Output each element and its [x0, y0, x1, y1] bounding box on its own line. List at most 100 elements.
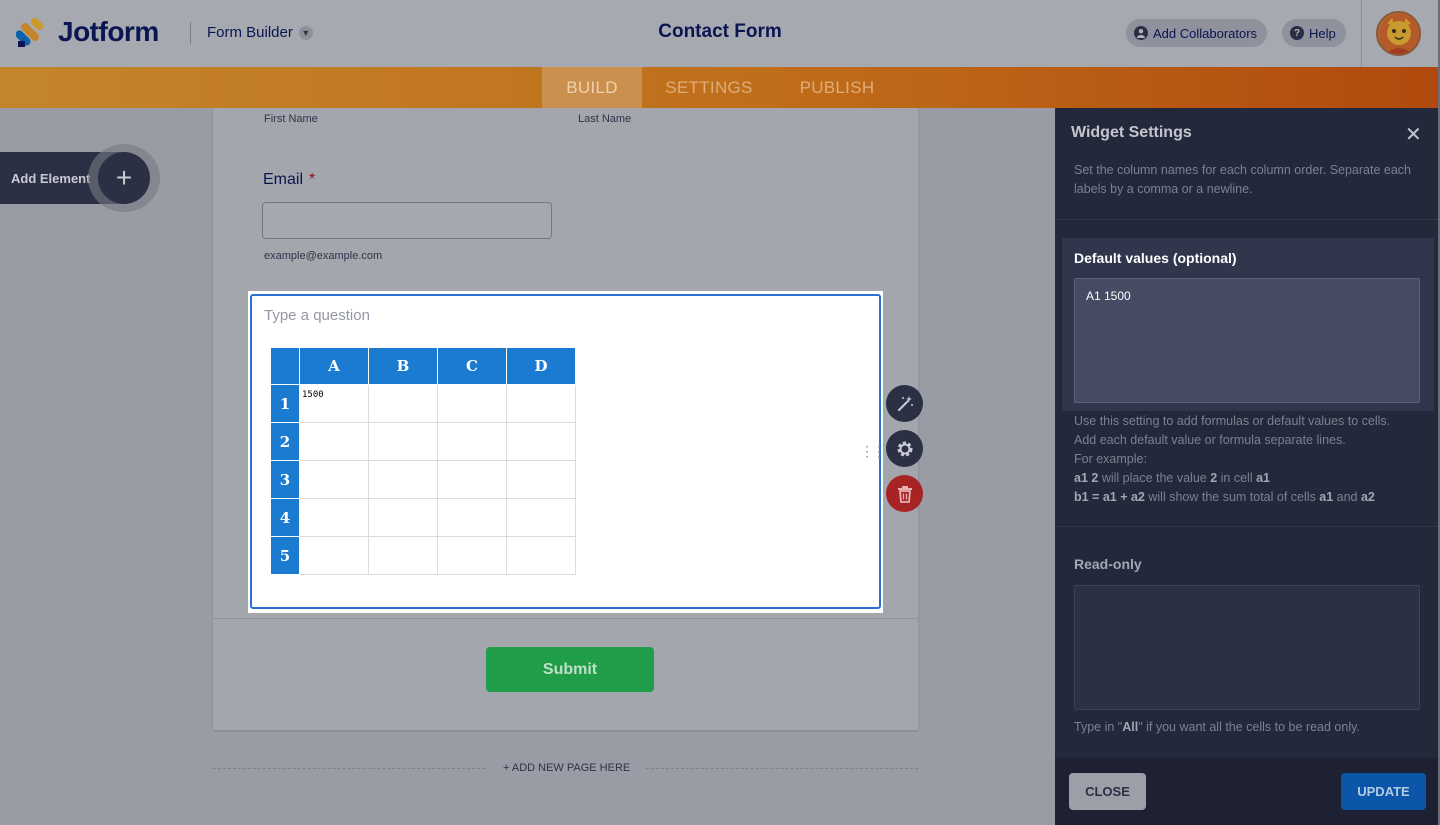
cell-b1[interactable]: [368, 384, 438, 423]
cell-c4[interactable]: [437, 498, 507, 537]
help-line: For example:: [1074, 452, 1147, 466]
divider: [190, 22, 191, 44]
add-new-page[interactable]: + ADD NEW PAGE HERE: [213, 762, 918, 776]
wizard-button[interactable]: [886, 385, 923, 422]
first-name-sublabel: First Name: [264, 113, 318, 125]
gear-icon: [897, 441, 912, 456]
brand-name: Jotform: [58, 16, 159, 47]
cell-b3[interactable]: [368, 460, 438, 499]
widget-settings-panel: Widget Settings ✕ Set the column names f…: [1055, 108, 1440, 825]
panel-title: Widget Settings: [1071, 124, 1192, 141]
help-text: Type in ": [1074, 720, 1123, 734]
spreadsheet-table: A B C D 1 1500 2 3 4 5: [270, 347, 576, 575]
tab-settings[interactable]: SETTINGS: [652, 67, 766, 108]
help-button[interactable]: ? Help: [1282, 19, 1346, 47]
user-icon: [1134, 26, 1148, 40]
jotform-logo-icon: [16, 17, 44, 47]
cell-c3[interactable]: [437, 460, 507, 499]
dashed-line: [213, 768, 485, 769]
help-line: Add each default value or formula separa…: [1074, 433, 1346, 447]
field-settings-button[interactable]: [886, 430, 923, 467]
chevron-down-icon: ▼: [298, 25, 313, 40]
close-icon[interactable]: ✕: [1405, 122, 1422, 147]
tab-build[interactable]: BUILD: [542, 67, 642, 108]
help-line: Use this setting to add formulas or defa…: [1074, 414, 1391, 428]
divider: [1055, 219, 1440, 220]
example-cell: a1: [1256, 471, 1270, 485]
column-names-description: Set the column names for each column ord…: [1074, 163, 1411, 196]
example-code: b1 = a1 + a2: [1074, 490, 1145, 504]
divider: [213, 618, 918, 619]
cell-d4[interactable]: [506, 498, 576, 537]
help-icon: ?: [1290, 26, 1304, 40]
default-values-label: Default values (optional): [1074, 250, 1237, 266]
add-element-plus[interactable]: +: [88, 144, 160, 212]
cell-b5[interactable]: [368, 536, 438, 575]
update-button[interactable]: UPDATE: [1341, 773, 1426, 810]
cell-d5[interactable]: [506, 536, 576, 575]
read-only-help: Type in "All" if you want all the cells …: [1074, 720, 1360, 734]
cell-a2[interactable]: [299, 422, 369, 461]
cell-a1[interactable]: 1500: [299, 384, 369, 423]
example-cell: a2: [1360, 490, 1375, 504]
form-builder-label: Form Builder: [207, 24, 293, 41]
help-label: Help: [1309, 25, 1336, 41]
plus-icon: +: [98, 152, 150, 204]
row-header-1: 1: [270, 384, 300, 423]
column-header-a: A: [299, 347, 369, 385]
drag-handle-icon[interactable]: ⋮⋮: [860, 444, 886, 458]
cell-a3[interactable]: [299, 460, 369, 499]
form-builder-dropdown[interactable]: Form Builder ▼: [207, 24, 313, 41]
default-values-textarea[interactable]: A1 1500: [1074, 278, 1420, 403]
question-placeholder[interactable]: Type a question: [264, 307, 370, 324]
cell-a5[interactable]: [299, 536, 369, 575]
cell-d1[interactable]: [506, 384, 576, 423]
email-sublabel: example@example.com: [264, 250, 383, 262]
example-code: a1 2: [1074, 471, 1099, 485]
top-bar: Jotform Form Builder ▼ Contact Form Add …: [0, 0, 1440, 67]
email-label: Email *: [263, 171, 315, 189]
cell-c2[interactable]: [437, 422, 507, 461]
add-new-page-label: + ADD NEW PAGE HERE: [503, 762, 631, 774]
last-name-sublabel: Last Name: [578, 113, 632, 125]
avatar[interactable]: [1376, 11, 1421, 56]
required-asterisk: *: [309, 171, 316, 188]
cell-b4[interactable]: [368, 498, 438, 537]
trash-icon: [897, 485, 912, 503]
email-field[interactable]: [262, 202, 552, 239]
divider: [1361, 0, 1362, 67]
email-label-text: Email: [263, 171, 304, 188]
builder-tab-bar: BUILD SETTINGS PUBLISH: [0, 67, 1440, 108]
avatar-cat-icon: [1378, 13, 1419, 54]
add-collaborators-button[interactable]: Add Collaborators: [1126, 19, 1268, 47]
column-header-b: B: [368, 347, 438, 385]
divider: [1055, 526, 1440, 527]
panel-footer: CLOSE UPDATE: [1055, 758, 1440, 825]
row-header-2: 2: [270, 422, 300, 461]
cell-a4[interactable]: [299, 498, 369, 537]
row-header-4: 4: [270, 498, 300, 537]
tab-publish[interactable]: PUBLISH: [788, 67, 886, 108]
read-only-label: Read-only: [1074, 556, 1142, 572]
column-header-c: C: [437, 347, 507, 385]
example-cell: a1: [1319, 490, 1334, 504]
cell-b2[interactable]: [368, 422, 438, 461]
delete-field-button[interactable]: [886, 475, 923, 512]
dashed-line: [646, 768, 918, 769]
read-only-textarea[interactable]: [1074, 585, 1420, 710]
add-element-button[interactable]: Add Element +: [0, 144, 160, 212]
submit-button[interactable]: Submit: [486, 647, 654, 692]
cell-c1[interactable]: [437, 384, 507, 423]
jotform-logo[interactable]: Jotform: [16, 16, 159, 48]
example-text: will place the value: [1098, 471, 1211, 485]
example-text: and: [1333, 490, 1361, 504]
cell-d2[interactable]: [506, 422, 576, 461]
wand-icon: [897, 395, 913, 411]
cell-d3[interactable]: [506, 460, 576, 499]
row-header-5: 5: [270, 536, 300, 575]
example-text: will show the sum total of cells: [1144, 490, 1320, 504]
cell-c5[interactable]: [437, 536, 507, 575]
default-values-help: Use this setting to add formulas or defa…: [1074, 412, 1434, 507]
column-header-d: D: [506, 347, 576, 385]
close-button[interactable]: CLOSE: [1069, 773, 1146, 810]
